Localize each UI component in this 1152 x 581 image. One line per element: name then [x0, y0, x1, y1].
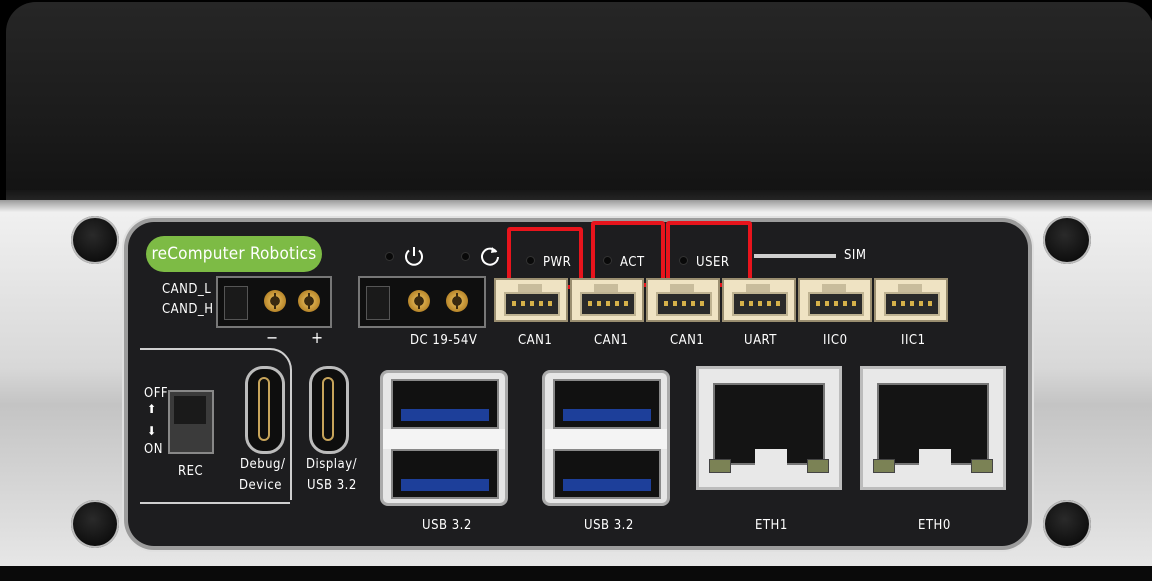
arrow-up-icon: ⬆ — [147, 402, 157, 416]
sim-label: SIM — [844, 248, 867, 263]
device-base — [0, 566, 1152, 581]
screw-bottom-right — [1043, 500, 1091, 548]
jst-label: UART — [744, 333, 777, 348]
usb-c-display-label-2: USB 3.2 — [307, 478, 357, 493]
screw-top-right — [1043, 216, 1091, 264]
screw-terminal-icon — [264, 290, 286, 312]
switch-on-label: ON — [144, 442, 163, 457]
jst-port-uart[interactable] — [722, 278, 796, 322]
ethernet-port-eth0[interactable] — [860, 366, 1006, 490]
device-top-cover — [6, 2, 1152, 202]
usb-c-debug-label-2: Device — [239, 478, 283, 493]
plus-label: + — [311, 328, 324, 347]
eth0-label: ETH0 — [918, 518, 951, 533]
user-led — [680, 257, 687, 264]
power-indicator — [386, 253, 393, 260]
user-label: USER — [696, 255, 730, 270]
dc-terminal-block[interactable] — [358, 276, 486, 328]
rec-label: REC — [178, 464, 204, 479]
usb-a-port-2[interactable] — [542, 370, 670, 506]
pwr-led — [527, 257, 534, 264]
minus-label: − — [266, 328, 279, 347]
can-l-label: CAND_L — [162, 282, 212, 297]
screw-top-left — [71, 216, 119, 264]
jst-label: CAN1 — [518, 333, 553, 348]
arrow-down-icon: ⬇ — [147, 424, 157, 438]
usb-a-label-1: USB 3.2 — [422, 518, 472, 533]
jst-label: CAN1 — [670, 333, 705, 348]
act-led — [604, 257, 611, 264]
jst-port-can1-a[interactable] — [494, 278, 568, 322]
brand-badge: reComputer Robotics — [146, 236, 322, 272]
usb-a-label-2: USB 3.2 — [584, 518, 634, 533]
usb-c-display-port[interactable] — [309, 366, 349, 454]
sim-slot[interactable] — [754, 254, 836, 258]
reset-icon[interactable] — [478, 244, 502, 268]
usb-a-port-1[interactable] — [380, 370, 508, 506]
rec-switch[interactable] — [168, 390, 214, 454]
eth1-label: ETH1 — [755, 518, 788, 533]
screw-terminal-icon — [446, 290, 468, 312]
jst-port-iic1[interactable] — [874, 278, 948, 322]
power-icon[interactable] — [402, 244, 426, 268]
jst-label: IIC0 — [823, 333, 848, 348]
reset-indicator — [462, 253, 469, 260]
can-h-label: CAND_H — [162, 302, 214, 317]
screw-bottom-left — [71, 500, 119, 548]
jst-label: IIC1 — [901, 333, 926, 348]
jst-port-iic0[interactable] — [798, 278, 872, 322]
jst-label: CAN1 — [594, 333, 629, 348]
screw-terminal-icon — [298, 290, 320, 312]
jst-port-can1-c[interactable] — [646, 278, 720, 322]
usb-c-debug-label-1: Debug/ — [240, 457, 286, 472]
jst-port-can1-b[interactable] — [570, 278, 644, 322]
usb-c-display-label-1: Display/ — [306, 457, 358, 472]
switch-off-label: OFF — [144, 386, 169, 401]
ethernet-port-eth1[interactable] — [696, 366, 842, 490]
usb-c-debug-port[interactable] — [245, 366, 285, 454]
pwr-label: PWR — [543, 255, 572, 270]
screw-terminal-icon — [408, 290, 430, 312]
act-label: ACT — [620, 255, 645, 270]
frame-bevel — [0, 200, 1152, 212]
dc-input-label: DC 19-54V — [410, 333, 478, 348]
can-terminal-block[interactable] — [216, 276, 332, 328]
